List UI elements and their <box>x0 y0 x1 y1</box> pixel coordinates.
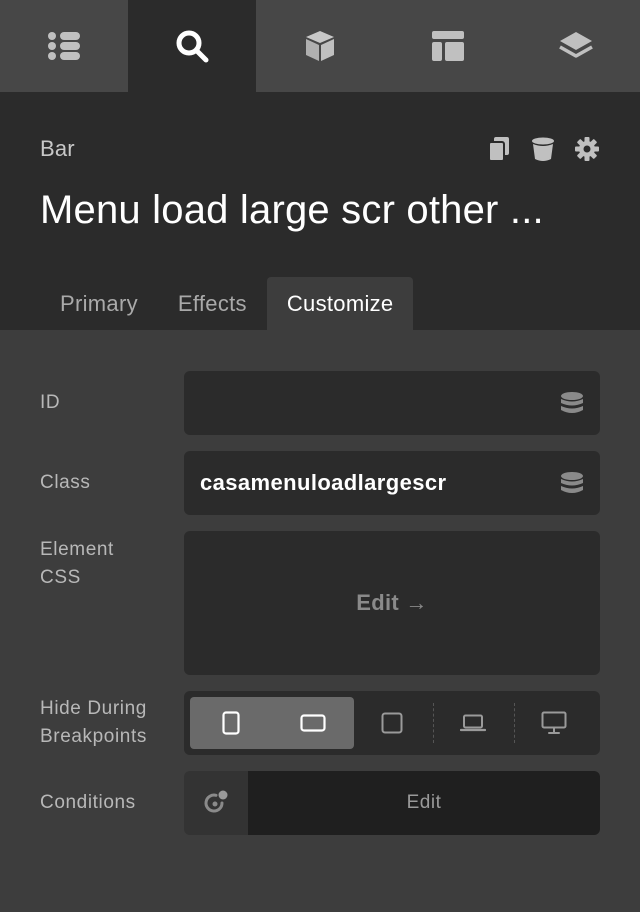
breadcrumb: Bar <box>40 136 75 161</box>
layers-icon <box>559 32 593 58</box>
css-edit-link[interactable]: Edit → <box>356 590 427 616</box>
trash-icon[interactable] <box>530 136 556 162</box>
tab-search[interactable] <box>128 0 256 92</box>
tab-effects[interactable]: Effects <box>158 277 267 330</box>
class-field[interactable]: casamenuloadlargescr <box>184 451 600 515</box>
page-title: Menu load large scr other ... <box>40 188 544 232</box>
conditions-edit-button[interactable]: Edit <box>248 771 600 835</box>
tab-primary[interactable]: Primary <box>40 277 158 330</box>
tab-layout[interactable] <box>384 0 512 92</box>
laptop-icon <box>460 714 486 732</box>
id-row: ID <box>40 371 600 435</box>
search-icon <box>176 30 209 63</box>
breakpoint-phone-landscape-button[interactable] <box>272 697 354 749</box>
database-icon[interactable] <box>560 471 584 495</box>
tab-list[interactable] <box>0 0 128 92</box>
header-actions <box>486 136 600 162</box>
subtab-bar: Primary Effects Customize <box>40 277 414 330</box>
breakpoint-toggle-group <box>184 691 600 755</box>
element-css-label-line1: Element <box>40 539 114 560</box>
duplicate-icon[interactable] <box>486 136 512 162</box>
class-label: Class <box>40 472 91 493</box>
conditions-edit-label: Edit <box>406 792 442 813</box>
element-header: Bar Menu load large scr other ... Primar… <box>0 92 640 330</box>
element-css-editor[interactable]: Edit → <box>184 531 600 675</box>
breakpoints-label-line1: Hide During <box>40 698 147 719</box>
element-css-row: Element CSS Edit → <box>40 531 600 675</box>
class-row: Class casamenuloadlargescr <box>40 451 600 515</box>
conditions-icon <box>204 790 228 813</box>
tab-layers[interactable] <box>512 0 640 92</box>
id-field[interactable] <box>184 371 600 435</box>
breakpoint-divider <box>514 703 515 743</box>
breakpoint-divider <box>433 703 434 743</box>
class-value: casamenuloadlargescr <box>200 470 447 495</box>
breakpoint-phone-button[interactable] <box>190 697 272 749</box>
breakpoints-row: Hide During Breakpoints <box>40 691 600 755</box>
desktop-icon <box>541 711 567 734</box>
phone-landscape-icon <box>300 714 326 732</box>
tab-customize[interactable]: Customize <box>266 277 414 330</box>
breakpoint-desktop-button[interactable] <box>522 697 586 749</box>
tablet-icon <box>381 712 403 734</box>
top-tab-bar <box>0 0 640 92</box>
breakpoint-tablet-button[interactable] <box>360 697 424 749</box>
element-css-label-line2: CSS <box>40 567 81 588</box>
tab-elements[interactable] <box>256 0 384 92</box>
conditions-toggle[interactable] <box>184 771 248 835</box>
layout-icon <box>432 31 464 61</box>
gear-icon[interactable] <box>574 136 600 162</box>
breakpoint-laptop-button[interactable] <box>441 697 505 749</box>
conditions-field: Edit <box>184 771 600 835</box>
conditions-label: Conditions <box>40 792 136 813</box>
list-icon <box>48 32 80 60</box>
cube-icon <box>306 31 334 61</box>
breakpoints-label-line2: Breakpoints <box>40 726 147 747</box>
phone-icon <box>222 711 240 735</box>
conditions-row: Conditions Edit <box>40 771 600 835</box>
database-icon[interactable] <box>560 391 584 415</box>
id-label: ID <box>40 392 61 413</box>
